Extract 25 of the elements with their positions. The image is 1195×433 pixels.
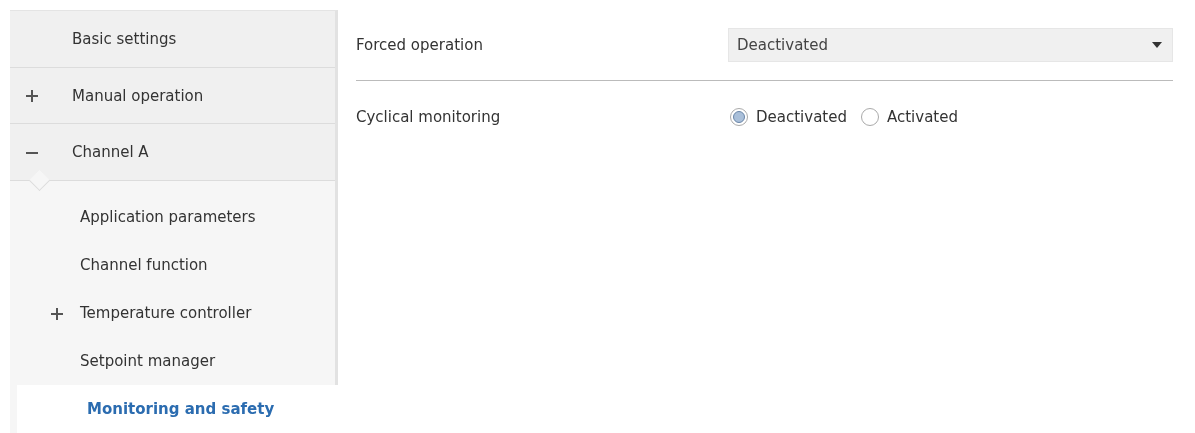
parameter-label: Forced operation xyxy=(356,36,484,54)
sidebar-subitem[interactable]: Application parameters xyxy=(10,193,335,241)
sidebar-subitem[interactable]: Setpoint manager xyxy=(10,337,335,385)
sidebar-subitem-label: Channel function xyxy=(80,256,208,274)
sidebar-item[interactable]: Basic settings xyxy=(10,11,335,68)
radio-option[interactable]: Deactivated xyxy=(730,108,847,126)
sidebar-item-label: Manual operation xyxy=(72,86,204,105)
sidebar-subitem-label: Temperature controller xyxy=(80,304,252,322)
sidebar-subitem[interactable]: Monitoring and safety xyxy=(17,385,338,433)
sidebar-item[interactable]: Manual operation xyxy=(10,67,335,125)
sidebar-subitem-label: Setpoint manager xyxy=(80,352,216,370)
sidebar-subitem[interactable]: Channel function xyxy=(10,241,335,289)
radio-button[interactable] xyxy=(730,108,748,126)
expand-icon[interactable] xyxy=(26,90,38,102)
sidebar-item-label: Basic settings xyxy=(72,29,177,48)
dropdown[interactable]: Deactivated xyxy=(728,28,1173,62)
caret-icon xyxy=(1152,42,1162,48)
expand-icon[interactable] xyxy=(51,307,63,320)
sidebar-subitem-label: Application parameters xyxy=(80,208,256,226)
sidebar-subitem[interactable]: Temperature controller xyxy=(10,289,335,337)
sidebar-subitem-label: Monitoring and safety xyxy=(87,400,275,418)
sidebar-item-label: Channel A xyxy=(72,143,149,162)
radio-option[interactable]: Activated xyxy=(860,108,958,126)
parameter-label: Cyclical monitoring xyxy=(356,108,502,126)
radio-button[interactable] xyxy=(860,108,879,126)
